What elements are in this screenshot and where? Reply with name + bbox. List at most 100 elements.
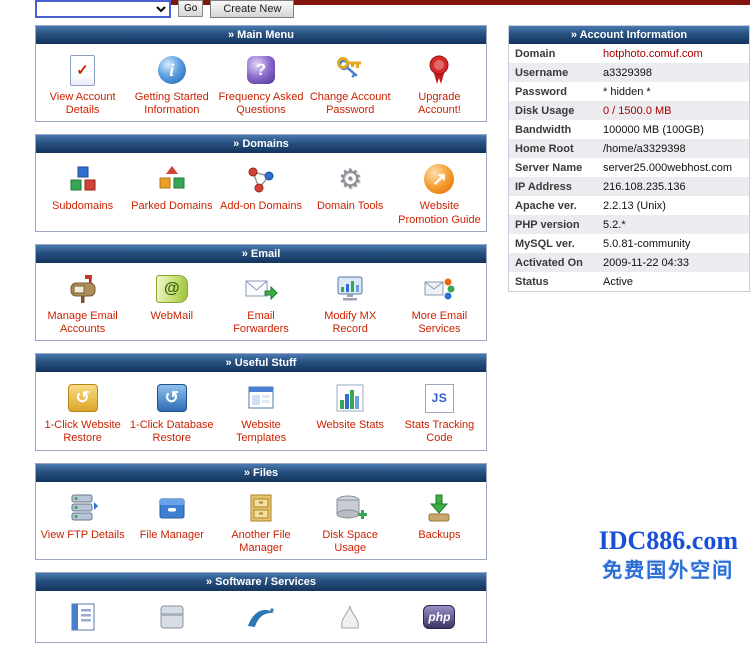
account-info-row: PHP version 5.2.* [509, 215, 749, 234]
section-header-useful-stuff: » Useful Stuff [36, 354, 486, 372]
apache-version-value: 2.2.13 (Unix) [603, 200, 666, 212]
watermark-site: IDC886.com [599, 527, 738, 554]
mysql-dolphin-icon [216, 598, 305, 636]
home-root-value: /home/a3329398 [603, 143, 686, 155]
menu-item-label: Upgrade Account! [395, 91, 484, 117]
menu-item-subdomains[interactable]: Subdomains [38, 160, 127, 213]
menu-item-website-restore[interactable]: ↺ 1-Click Website Restore [38, 379, 127, 445]
menu-item-label: 1-Click Website Restore [38, 419, 127, 445]
menu-item-label: Stats Tracking Code [395, 419, 484, 445]
menu-item-database-restore[interactable]: ↺ 1-Click Database Restore [127, 379, 216, 445]
menu-item-label: Manage Email Accounts [38, 310, 127, 336]
menu-item-label: Getting Started Information [127, 91, 216, 117]
menu-item-another-file-manager[interactable]: Another File Manager [216, 489, 305, 555]
menu-item-faq[interactable]: ? Frequency Asked Questions [216, 51, 305, 117]
menu-item-email-forwarders[interactable]: Email Forwarders [216, 270, 305, 336]
account-info-header: » Account Information [509, 26, 749, 44]
account-info-row: Status Active [509, 272, 749, 291]
menu-item-domain-tools[interactable]: ⚙ Domain Tools [306, 160, 395, 213]
section-domains: » Domains Subdomains [35, 134, 487, 231]
js-code-icon: JS [395, 379, 484, 417]
cubes-icon [38, 160, 127, 198]
account-info-row: Server Name server25.000webhost.com [509, 158, 749, 177]
domain-value: hotphoto.comuf.com [603, 48, 703, 60]
menu-item-modify-mx[interactable]: Modify MX Record [306, 270, 395, 336]
promotion-arrow-icon: ↗ [395, 160, 484, 198]
menu-item-label: View Account Details [38, 91, 127, 117]
menu-item-website-templates[interactable]: Website Templates [216, 379, 305, 445]
menu-item-view-ftp-details[interactable]: View FTP Details [38, 489, 127, 542]
disk-usage-value: 0 / 1500.0 MB [603, 105, 672, 117]
account-info-row: Disk Usage 0 / 1500.0 MB [509, 101, 749, 120]
account-info-row: Activated On 2009-11-22 04:33 [509, 253, 749, 272]
account-info-row: Username a3329398 [509, 63, 749, 82]
menu-item-label: Another File Manager [216, 529, 305, 555]
menu-item-label: WebMail [127, 310, 216, 323]
apps-list-icon [38, 598, 127, 636]
menu-item-stats-tracking[interactable]: JS Stats Tracking Code [395, 379, 484, 445]
info-icon: i [127, 51, 216, 89]
activated-on-value: 2009-11-22 04:33 [603, 257, 689, 269]
menu-item-label: Modify MX Record [306, 310, 395, 336]
section-header-files: » Files [36, 464, 486, 482]
database-restore-icon: ↺ [127, 379, 216, 417]
webmail-book-icon: @ [127, 270, 216, 308]
bandwidth-value: 100000 MB (100GB) [603, 124, 704, 136]
menu-item-change-password[interactable]: Change Account Password [306, 51, 395, 117]
menu-item-backups[interactable]: Backups [395, 489, 484, 542]
mx-monitor-icon [306, 270, 395, 308]
menu-item-view-account-details[interactable]: ✓ View Account Details [38, 51, 127, 117]
top-form: Go Create New [35, 0, 294, 18]
account-info-row: Home Root /home/a3329398 [509, 139, 749, 158]
menu-item-webmail[interactable]: @ WebMail [127, 270, 216, 323]
menu-item-getting-started[interactable]: i Getting Started Information [127, 51, 216, 117]
menu-item-disk-space-usage[interactable]: Disk Space Usage [306, 489, 395, 555]
main-menu-column: » Main Menu ✓ View Account Details i Get… [35, 25, 487, 655]
menu-item-addon-domains[interactable]: Add-on Domains [216, 160, 305, 213]
account-info-row: Domain hotphoto.comuf.com [509, 44, 749, 63]
menu-item-label: Subdomains [38, 200, 127, 213]
domain-select[interactable] [35, 0, 171, 18]
menu-item-label: File Manager [127, 529, 216, 542]
menu-item-file-manager[interactable]: File Manager [127, 489, 216, 542]
menu-item-website-promotion[interactable]: ↗ Website Promotion Guide [395, 160, 484, 226]
menu-item-label: Frequency Asked Questions [216, 91, 305, 117]
account-info-row: Apache ver. 2.2.13 (Unix) [509, 196, 749, 215]
menu-item-software-2[interactable] [127, 598, 216, 638]
menu-item-label: Website Stats [306, 419, 395, 432]
status-value: Active [603, 276, 633, 288]
menu-item-software-1[interactable] [38, 598, 127, 638]
menu-item-label: Website Templates [216, 419, 305, 445]
section-header-domains: » Domains [36, 135, 486, 153]
keys-icon [306, 51, 395, 89]
templates-window-icon [216, 379, 305, 417]
account-info-row: MySQL ver. 5.0.81-community [509, 234, 749, 253]
menu-item-label: Email Forwarders [216, 310, 305, 336]
menu-item-software-3[interactable] [216, 598, 305, 638]
menu-item-upgrade-account[interactable]: Upgrade Account! [395, 51, 484, 117]
ip-address-value: 216.108.235.136 [603, 181, 686, 193]
website-restore-icon: ↺ [38, 379, 127, 417]
menu-item-label: Add-on Domains [216, 200, 305, 213]
go-button[interactable]: Go [178, 0, 203, 17]
menu-item-label: View FTP Details [38, 529, 127, 542]
account-info-row: IP Address 216.108.235.136 [509, 177, 749, 196]
menu-item-label: More Email Services [395, 310, 484, 336]
section-email: » Email Manage Email Accounts [35, 244, 487, 341]
menu-item-label: 1-Click Database Restore [127, 419, 216, 445]
file-cabinet-icon [216, 489, 305, 527]
section-header-main-menu: » Main Menu [36, 26, 486, 44]
create-new-button[interactable]: Create New [210, 0, 294, 18]
menu-item-manage-email[interactable]: Manage Email Accounts [38, 270, 127, 336]
menu-item-label: Website Promotion Guide [395, 200, 484, 226]
menu-item-software-5[interactable]: php [395, 598, 484, 638]
section-header-email: » Email [36, 245, 486, 263]
menu-item-website-stats[interactable]: Website Stats [306, 379, 395, 432]
php-version-value: 5.2.* [603, 219, 626, 231]
award-ribbon-icon [395, 51, 484, 89]
file-manager-icon [127, 489, 216, 527]
menu-item-software-4[interactable] [306, 598, 395, 638]
menu-item-more-email-services[interactable]: More Email Services [395, 270, 484, 336]
menu-item-parked-domains[interactable]: Parked Domains [127, 160, 216, 213]
account-info-rows: Domain hotphoto.comuf.com Username a3329… [509, 44, 749, 291]
